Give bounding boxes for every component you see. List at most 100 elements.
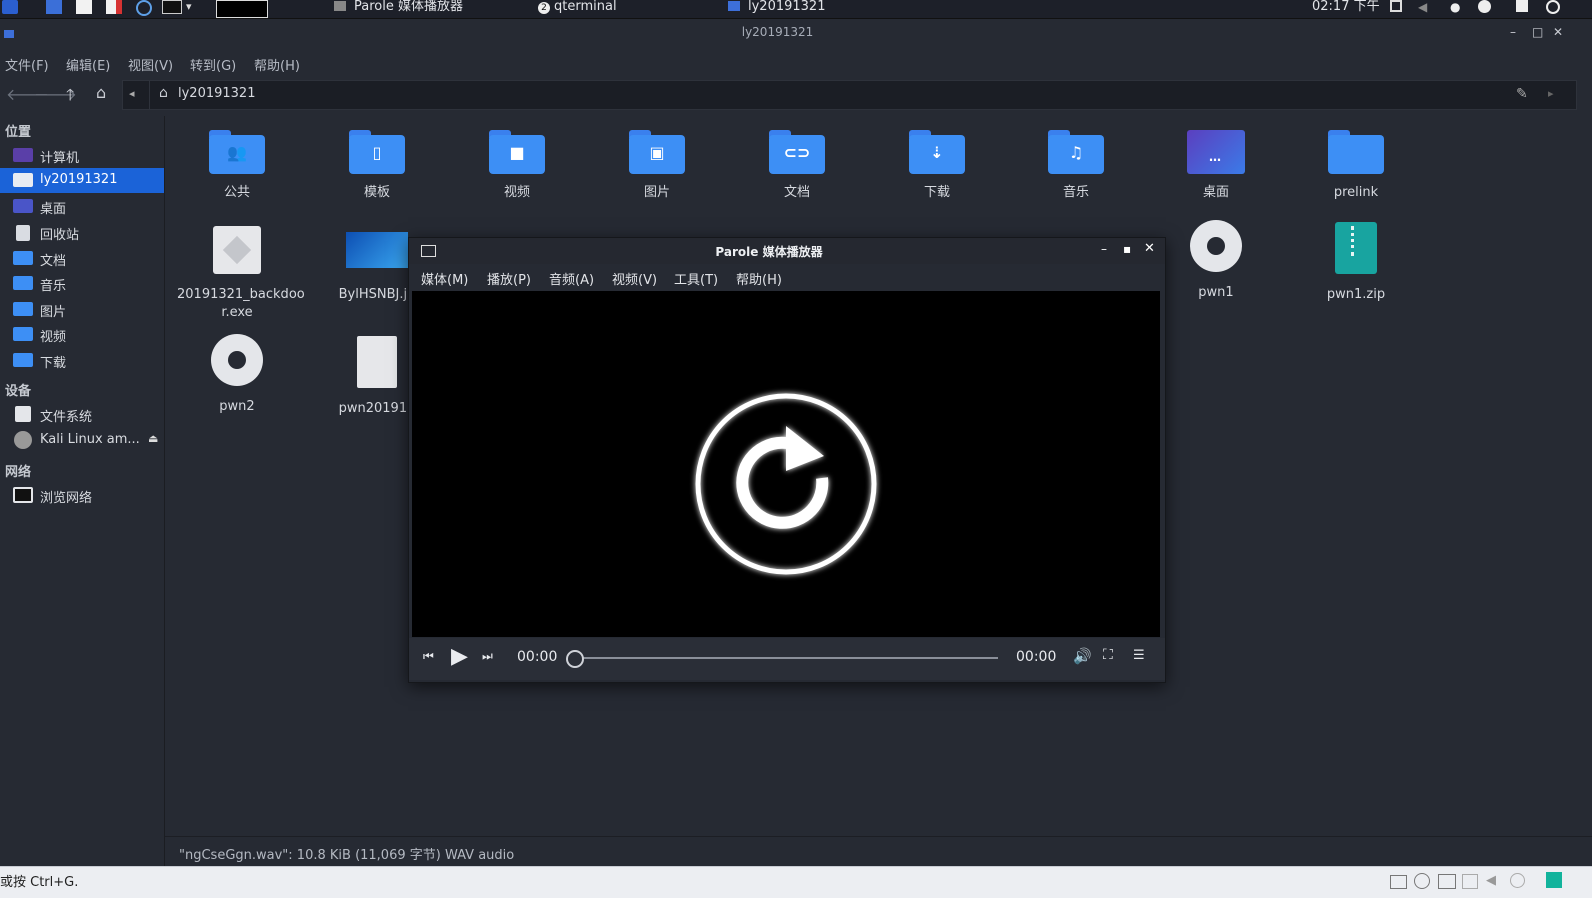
sidebar-item-filesystem[interactable]: 文件系统 xyxy=(0,402,164,427)
current-time: 00:00 xyxy=(517,649,558,665)
back-arrow-icon[interactable]: 🡐 xyxy=(6,84,49,104)
sidebar-item-browse-network[interactable]: 浏览网络 xyxy=(0,483,164,508)
sidebar-item-videos[interactable]: 视频 xyxy=(0,322,164,347)
home-icon[interactable]: ⌂ xyxy=(96,83,114,102)
menu-file[interactable]: 文件(F) xyxy=(5,55,49,74)
sidebar-item-documents[interactable]: 文档 xyxy=(0,246,164,271)
workspace-switcher[interactable] xyxy=(216,0,268,18)
desktop-folder-icon: … xyxy=(1187,130,1245,174)
forward-arrow-icon[interactable]: 🡒 xyxy=(34,84,77,104)
file-item-videos[interactable]: ■ 视频 xyxy=(457,130,577,202)
image-thumbnail xyxy=(346,232,408,268)
bell-icon[interactable]: ● xyxy=(1450,0,1466,14)
menu-go[interactable]: 转到(G) xyxy=(190,55,236,74)
sidebar-section-network: 网络 xyxy=(5,465,32,480)
tray-icon-1[interactable] xyxy=(1390,875,1407,889)
sidebar-item-pictures[interactable]: 图片 xyxy=(0,297,164,322)
videos-folder-icon xyxy=(13,327,33,341)
sidebar-item-music[interactable]: 音乐 xyxy=(0,271,164,296)
workspace-badge: 2 xyxy=(538,2,550,14)
seek-bar[interactable] xyxy=(566,650,998,668)
eject-icon[interactable]: ⏏ xyxy=(148,432,158,445)
downloads-folder-icon: ⇣ xyxy=(909,130,965,174)
minimize-icon[interactable]: – xyxy=(1510,25,1516,39)
menu-view[interactable]: 视图(V) xyxy=(128,55,173,74)
app-tray-icon[interactable] xyxy=(1546,872,1562,888)
next-icon[interactable]: ⏭ xyxy=(482,649,493,664)
file-item-backdoor-exe[interactable]: 20191321_backdoo r.exe xyxy=(177,226,305,322)
volume-icon[interactable]: 🔊 xyxy=(1073,647,1092,665)
maximize-icon[interactable]: ▪ xyxy=(1123,242,1131,256)
file-item-pictures[interactable]: ▣ 图片 xyxy=(597,130,717,202)
file-item-pwn2[interactable]: pwn2 xyxy=(177,334,297,416)
music-folder-icon: ♫ xyxy=(1048,130,1104,174)
file-item-public[interactable]: 👥 公共 xyxy=(177,130,297,202)
volume-icon[interactable]: ◀ xyxy=(1418,0,1434,14)
speaker-icon[interactable]: ◀ xyxy=(1486,873,1496,888)
fullscreen-icon[interactable]: ⛶ xyxy=(1103,647,1113,663)
browser-icon[interactable] xyxy=(136,0,152,16)
sidebar-item-kali-disc[interactable]: Kali Linux am... ⏏ xyxy=(0,428,164,453)
chevron-down-icon[interactable]: ▾ xyxy=(186,0,202,14)
kali-menu-icon[interactable] xyxy=(2,0,18,14)
maximize-icon[interactable]: □ xyxy=(1532,25,1543,39)
path-scroll-left-icon[interactable]: ◂ xyxy=(129,87,135,100)
terminal-icon[interactable] xyxy=(162,0,182,14)
previous-icon[interactable]: ⏮ xyxy=(423,649,434,664)
lock-icon[interactable] xyxy=(1516,0,1528,12)
parole-menu-video[interactable]: 视频(V) xyxy=(612,269,657,288)
task-filemanager[interactable]: ly20191321 xyxy=(728,0,825,18)
file-manager-icon[interactable] xyxy=(76,0,92,14)
sidebar-item-desktop[interactable]: 桌面 xyxy=(0,194,164,219)
parole-menu-media[interactable]: 媒体(M) xyxy=(421,269,468,288)
parole-menu-help[interactable]: 帮助(H) xyxy=(736,269,782,288)
path-button-home[interactable]: ⌂ ly20191321 xyxy=(149,81,260,109)
sidebar-item-downloads[interactable]: 下载 xyxy=(0,348,164,373)
total-time: 00:00 xyxy=(1016,649,1057,665)
parole-menu-playback[interactable]: 播放(P) xyxy=(487,269,531,288)
edit-path-icon[interactable]: ✎ xyxy=(1516,86,1528,102)
video-area[interactable] xyxy=(412,291,1160,637)
parole-menubar: 媒体(M) 播放(P) 音频(A) 视频(V) 工具(T) 帮助(H) xyxy=(409,266,1165,290)
parole-menu-audio[interactable]: 音频(A) xyxy=(549,269,594,288)
disc-tray-icon[interactable] xyxy=(1510,873,1525,888)
status-text: "ngCseGgn.wav": 10.8 KiB (11,069 字节) WAV… xyxy=(179,848,515,863)
logout-icon[interactable] xyxy=(1546,0,1560,14)
path-scroll-right-icon[interactable]: ▸ xyxy=(1548,87,1554,100)
file-item-pwn1[interactable]: pwn1 xyxy=(1156,220,1276,302)
file-item-prelink[interactable]: prelink xyxy=(1296,130,1416,202)
file-item-pwn1-zip[interactable]: pwn1.zip xyxy=(1296,222,1416,304)
menu-edit[interactable]: 编辑(E) xyxy=(66,55,110,74)
playlist-icon[interactable]: ☰ xyxy=(1133,648,1145,663)
file-item-templates[interactable]: ▯ 模板 xyxy=(317,130,437,202)
printer-icon[interactable] xyxy=(1462,874,1478,889)
close-icon[interactable]: ✕ xyxy=(1144,241,1155,256)
screen-icon[interactable] xyxy=(1390,0,1402,12)
file-item-music[interactable]: ♫ 音乐 xyxy=(1016,130,1136,202)
clock[interactable]: 02:17 下午 xyxy=(1312,0,1380,18)
task-qterminal[interactable]: 2 qterminal xyxy=(538,0,617,18)
sidebar-item-trash[interactable]: 回收站 xyxy=(0,220,164,245)
menu-help[interactable]: 帮助(H) xyxy=(254,55,300,74)
task-parole[interactable]: Parole 媒体播放器 xyxy=(334,0,463,18)
file-item-documents[interactable]: ⊂⊃ 文档 xyxy=(737,130,857,202)
network-tray-icon[interactable] xyxy=(1438,874,1456,889)
sidebar-item-computer[interactable]: 计算机 xyxy=(0,143,164,168)
power-manager-icon[interactable] xyxy=(1478,0,1491,13)
parole-title: Parole 媒体播放器 xyxy=(715,245,823,259)
replay-icon[interactable] xyxy=(412,291,1160,637)
parole-menu-tools[interactable]: 工具(T) xyxy=(674,269,718,288)
up-arrow-icon[interactable]: 🡑 xyxy=(66,84,84,104)
file-item-desktop[interactable]: … 桌面 xyxy=(1156,130,1276,202)
text-editor-icon[interactable] xyxy=(106,0,122,14)
file-item-downloads[interactable]: ⇣ 下载 xyxy=(877,130,997,202)
parole-titlebar[interactable]: Parole 媒体播放器 – ▪ ✕ xyxy=(409,238,1165,264)
seek-handle[interactable] xyxy=(566,650,584,668)
play-icon[interactable]: ▶ xyxy=(451,644,468,669)
minimize-icon[interactable]: – xyxy=(1101,242,1107,256)
close-icon[interactable]: ✕ xyxy=(1553,25,1563,39)
window-titlebar[interactable]: ly20191321 – □ ✕ xyxy=(0,19,1592,50)
show-desktop-icon[interactable] xyxy=(46,0,62,14)
sidebar-item-home[interactable]: ly20191321 xyxy=(0,168,164,193)
tray-icon-2[interactable] xyxy=(1414,873,1430,889)
